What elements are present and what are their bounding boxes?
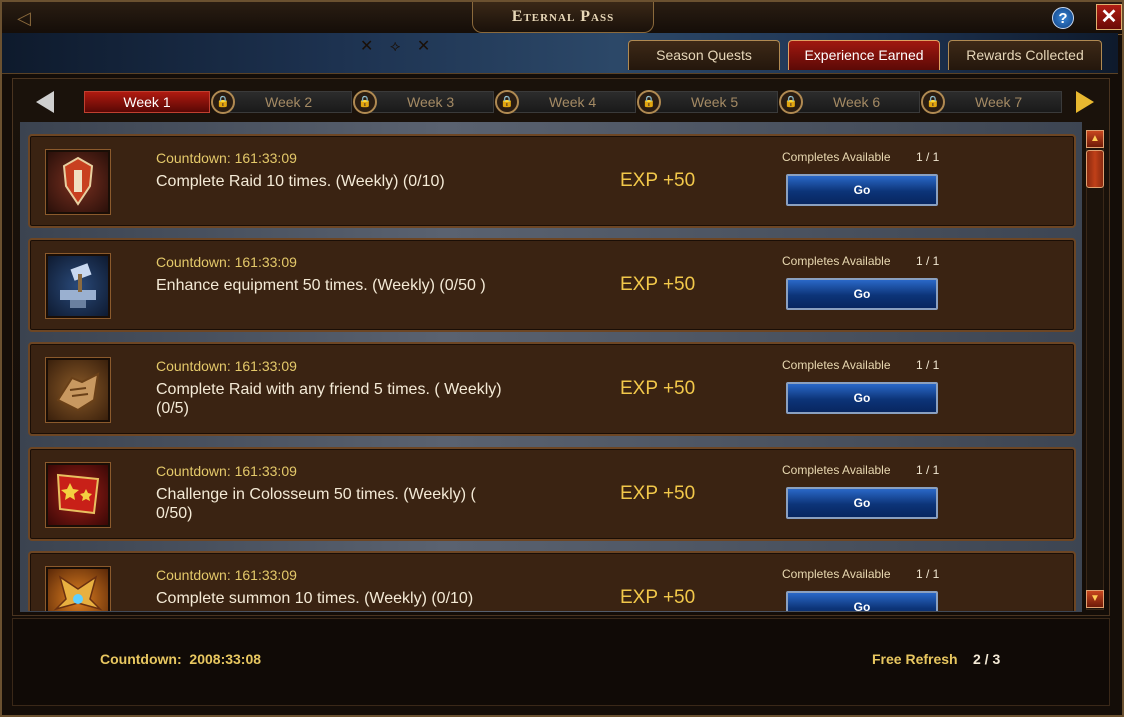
go-button[interactable]: Go [786, 591, 938, 611]
completes-available-label: Completes Available [782, 254, 891, 268]
title-bar: ◁ Eternal Pass ? ✕ [2, 2, 1122, 35]
season-countdown: Countdown: 2008:33:08 [100, 651, 261, 667]
quest-countdown: Countdown: 161:33:09 [156, 463, 297, 479]
week-next-arrow-icon[interactable] [1076, 91, 1094, 113]
season-countdown-value: 2008:33:08 [189, 651, 262, 667]
go-button[interactable]: Go [786, 487, 938, 519]
quest-row: Countdown: 161:33:09 Enhance equipment 5… [28, 238, 1076, 332]
completes-available-value: 1 / 1 [916, 150, 940, 164]
week-tab-2[interactable]: 🔒 Week 2 [211, 90, 352, 114]
quest-row: Countdown: 161:33:09 Complete Raid with … [28, 342, 1076, 436]
quest-description: Complete summon 10 times. (Weekly) (0/10… [156, 590, 474, 607]
week-tab-3[interactable]: 🔒 Week 3 [353, 90, 494, 114]
completes-available-value: 1 / 1 [916, 463, 940, 477]
lock-icon: 🔒 [211, 90, 235, 114]
week-label: Week 1 [123, 94, 171, 110]
quest-description: Challenge in Colosseum 50 times. (Weekly… [156, 486, 476, 522]
quest-exp-reward: EXP +50 [620, 587, 696, 608]
completes-available-label: Completes Available [782, 150, 891, 164]
completes-available-label: Completes Available [782, 358, 891, 372]
lock-icon: 🔒 [637, 90, 661, 114]
quest-countdown: Countdown: 161:33:09 [156, 254, 297, 270]
week-tab-4[interactable]: 🔒 Week 4 [495, 90, 636, 114]
back-arrow-icon[interactable]: ◁ [8, 6, 40, 30]
flag-stars-icon [45, 462, 111, 528]
quest-countdown: Countdown: 161:33:09 [156, 567, 297, 583]
window-title: Eternal Pass [472, 2, 654, 33]
week-label: Week 2 [265, 94, 313, 110]
go-button[interactable]: Go [786, 174, 938, 206]
summon-wings-icon [45, 566, 111, 611]
week-label: Week 7 [975, 94, 1023, 110]
quest-row: Countdown: 161:33:09 Complete Raid 10 ti… [28, 134, 1076, 228]
lock-icon: 🔒 [921, 90, 945, 114]
completes-available-value: 1 / 1 [916, 567, 940, 581]
quest-exp-reward: EXP +50 [620, 274, 696, 295]
free-refresh-label: Free Refresh [872, 651, 958, 667]
lock-icon: 🔒 [779, 90, 803, 114]
scroll-up-arrow-icon[interactable]: ▲ [1086, 130, 1104, 148]
completes-available-value: 1 / 1 [916, 358, 940, 372]
scrollbar-track[interactable] [1086, 130, 1104, 610]
week-label: Week 4 [549, 94, 597, 110]
week-tab-5[interactable]: 🔒 Week 5 [637, 90, 778, 114]
scrollbar-thumb[interactable] [1086, 150, 1104, 188]
week-label: Week 5 [691, 94, 739, 110]
week-label: Week 3 [407, 94, 455, 110]
quest-description: Enhance equipment 50 times. (Weekly) (0/… [156, 277, 486, 294]
completes-available-label: Completes Available [782, 567, 891, 581]
week-tab-1[interactable]: Week 1 [84, 91, 210, 113]
close-icon: ✕ [1100, 6, 1118, 28]
season-countdown-label: Countdown: [100, 651, 182, 667]
question-icon: ? [1058, 10, 1068, 27]
lock-icon: 🔒 [495, 90, 519, 114]
quest-description: Complete Raid 10 times. (Weekly) (0/10) [156, 173, 445, 190]
quest-countdown: Countdown: 161:33:09 [156, 358, 297, 374]
close-button[interactable]: ✕ [1096, 4, 1122, 30]
quest-description: Complete Raid with any friend 5 times. (… [156, 381, 502, 417]
anvil-hammer-icon [45, 253, 111, 319]
quest-exp-reward: EXP +50 [620, 483, 696, 504]
quest-row-clip: Countdown: 161:33:09 Complete summon 10 … [28, 551, 1076, 611]
go-button[interactable]: Go [786, 382, 938, 414]
week-label: Week 6 [833, 94, 881, 110]
scroll-down-arrow-icon[interactable]: ▼ [1086, 590, 1104, 608]
tab-season-quests[interactable]: Season Quests [628, 40, 780, 70]
free-refresh-value: 2 / 3 [973, 651, 1001, 667]
handshake-icon [45, 357, 111, 423]
tab-rewards-collected[interactable]: Rewards Collected [948, 40, 1102, 70]
quest-exp-reward: EXP +50 [620, 170, 696, 191]
raid-helmet-icon [45, 149, 111, 215]
lock-icon: 🔒 [353, 90, 377, 114]
tab-experience-earned[interactable]: Experience Earned [788, 40, 940, 70]
week-prev-arrow-icon[interactable] [36, 91, 54, 113]
quest-row: Countdown: 161:33:09 Complete summon 10 … [28, 551, 1076, 611]
quest-countdown: Countdown: 161:33:09 [156, 150, 297, 166]
week-tab-6[interactable]: 🔒 Week 6 [779, 90, 920, 114]
go-button[interactable]: Go [786, 278, 938, 310]
help-button[interactable]: ? [1052, 7, 1074, 29]
week-tab-7[interactable]: 🔒 Week 7 [921, 90, 1062, 114]
completes-available-value: 1 / 1 [916, 254, 940, 268]
banner-ornament: ✕ ⟡ ✕ [360, 38, 437, 55]
completes-available-label: Completes Available [782, 463, 891, 477]
quest-row: Countdown: 161:33:09 Challenge in Coloss… [28, 447, 1076, 541]
quest-exp-reward: EXP +50 [620, 378, 696, 399]
